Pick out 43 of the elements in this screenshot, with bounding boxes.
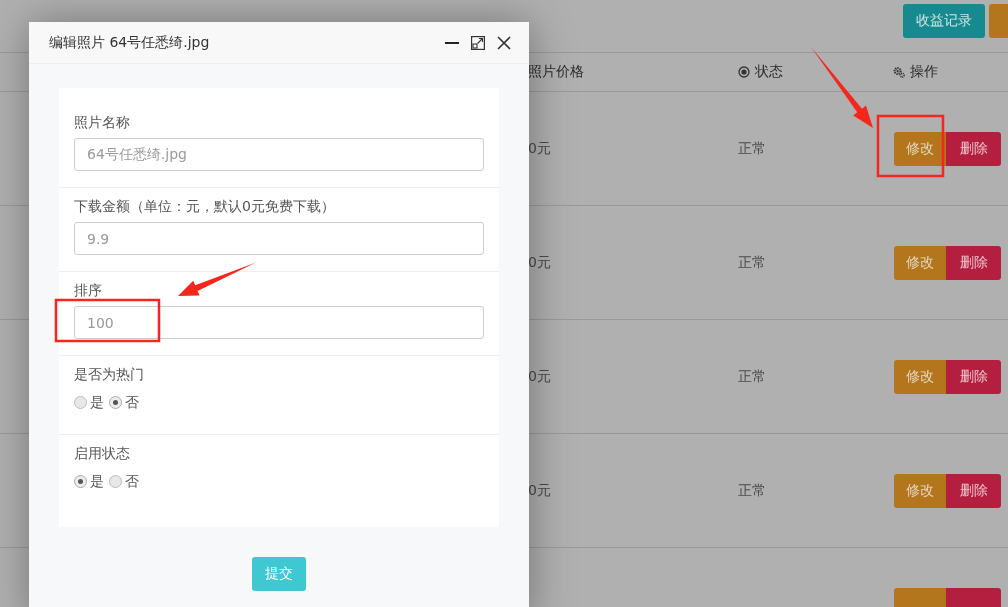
price-cell: 0元	[528, 253, 551, 270]
delete-button[interactable]: 删除	[946, 245, 1001, 280]
gears-icon	[893, 66, 905, 78]
status-cell: 正常	[738, 367, 766, 384]
input-field[interactable]: 100	[74, 306, 484, 339]
field-label: 照片名称	[74, 113, 130, 132]
column-header: 状态	[755, 63, 783, 81]
edit-button[interactable]: 修改	[894, 131, 946, 166]
radio-button[interactable]	[109, 395, 122, 409]
input-field[interactable]: 9.9	[74, 222, 484, 255]
field-label: 下载金额（单位：元，默认0元免费下载）	[74, 197, 335, 216]
submit-button[interactable]: 提交	[252, 557, 306, 591]
price-cell: 0元	[528, 481, 551, 498]
delete-button[interactable]: 删除	[946, 473, 1001, 508]
status-cell: 正常	[738, 253, 766, 270]
column-header: 操作	[910, 63, 938, 81]
price-cell: 0元	[528, 367, 551, 384]
delete-button[interactable]: 删除	[946, 131, 1001, 166]
field-label: 启用状态	[74, 444, 130, 463]
option-label[interactable]: 是	[90, 392, 104, 412]
option-label[interactable]: 否	[125, 471, 139, 491]
delete-button[interactable]: 删除	[946, 359, 1001, 394]
field-label: 是否为热门	[74, 365, 144, 384]
edit-button[interactable]: 修改	[894, 359, 946, 394]
edit-button[interactable]: 修改	[894, 473, 946, 508]
status-cell: 正常	[738, 481, 766, 498]
option-label[interactable]: 否	[125, 392, 139, 412]
option-label[interactable]: 是	[90, 471, 104, 491]
edit-button[interactable]: 修改	[894, 245, 946, 280]
close-icon[interactable]	[497, 35, 511, 50]
status-cell: 正常	[738, 139, 766, 156]
radio-dot-icon	[738, 66, 750, 78]
price-cell: 0元	[528, 139, 551, 156]
toolbar-button[interactable]: 收益记录	[903, 4, 985, 38]
radio-button[interactable]	[74, 474, 87, 488]
column-header: 照片价格	[528, 63, 584, 81]
radio-button[interactable]	[109, 474, 122, 488]
radio-button[interactable]	[74, 395, 87, 409]
dialog-title: 编辑照片 64号任悉绮.jpg	[49, 33, 210, 52]
input-field[interactable]: 64号任悉绮.jpg	[74, 138, 484, 171]
highlight-box	[876, 114, 945, 178]
field-label: 排序	[74, 281, 102, 300]
maximize-icon[interactable]	[471, 35, 485, 50]
